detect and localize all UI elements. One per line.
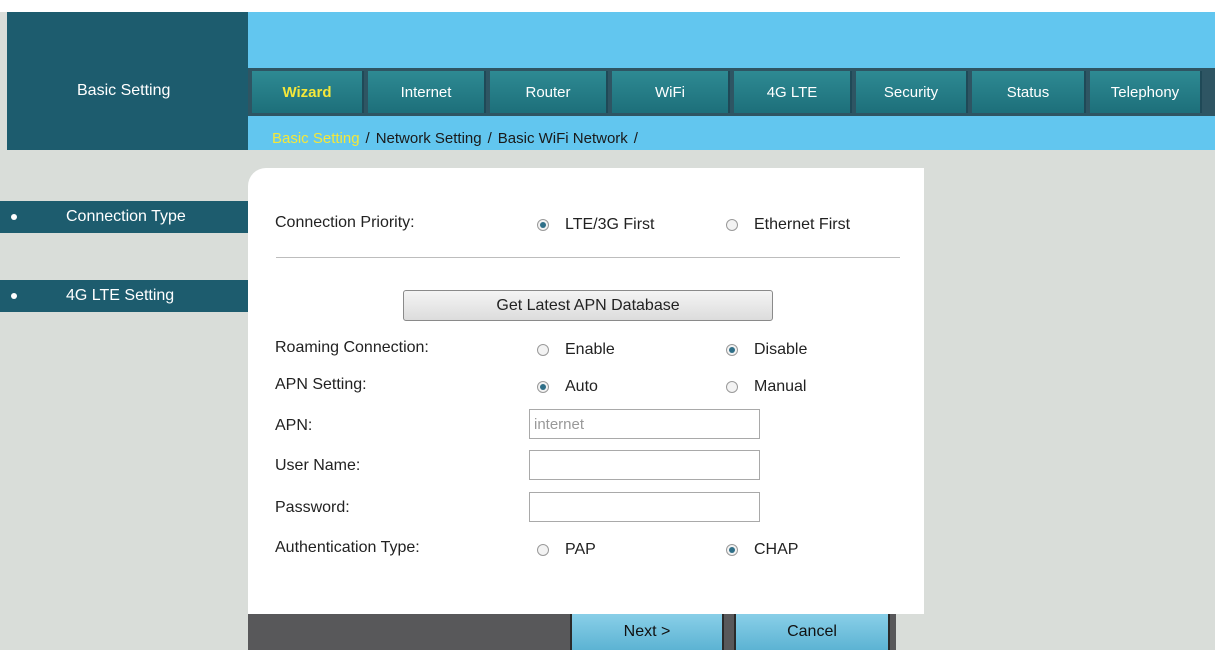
get-latest-apn-database-button[interactable]: Get Latest APN Database	[403, 290, 773, 321]
breadcrumb-basic-setting[interactable]: Basic Setting	[272, 130, 360, 147]
brand-label: Basic Setting	[77, 82, 171, 99]
radio-selected-icon	[537, 381, 549, 393]
tab-router[interactable]: Router	[490, 71, 608, 113]
roaming-connection-label: Roaming Connection:	[275, 339, 429, 356]
breadcrumb-separator: /	[365, 130, 370, 147]
user-name-field[interactable]	[529, 450, 760, 480]
tab-status[interactable]: Status	[972, 71, 1086, 113]
radio-label: PAP	[565, 541, 596, 558]
radio-unselected-icon	[537, 544, 549, 556]
sidebar-item-4g-lte-setting[interactable]: 4G LTE Setting	[0, 280, 248, 312]
sidebar-item-label: Connection Type	[66, 208, 186, 225]
radio-auth-chap[interactable]: CHAP	[726, 541, 798, 559]
section-divider	[276, 257, 900, 258]
radio-ethernet-first[interactable]: Ethernet First	[726, 216, 850, 234]
tab-wifi[interactable]: WiFi	[612, 71, 730, 113]
bullet-icon	[11, 293, 17, 299]
password-field[interactable]	[529, 492, 760, 522]
header-divider-band	[0, 150, 1215, 168]
brand-block: Basic Setting	[7, 12, 248, 150]
apn-label: APN:	[275, 417, 313, 434]
radio-lte-3g-first[interactable]: LTE/3G First	[537, 216, 655, 234]
breadcrumb: Basic Setting / Network Setting / Basic WiFi…	[272, 130, 644, 147]
radio-label: Enable	[565, 341, 615, 358]
radio-label: CHAP	[754, 541, 799, 558]
radio-unselected-icon	[726, 381, 738, 393]
radio-apn-manual[interactable]: Manual	[726, 378, 806, 396]
breadcrumb-basic-wifi-network[interactable]: Basic WiFi Network	[498, 130, 628, 147]
user-name-label: User Name:	[275, 457, 361, 474]
breadcrumb-separator: /	[633, 130, 638, 147]
cancel-button[interactable]: Cancel	[734, 614, 890, 650]
connection-priority-label: Connection Priority:	[275, 214, 415, 231]
breadcrumb-separator: /	[487, 130, 492, 147]
sidebar-item-label: 4G LTE Setting	[66, 287, 175, 304]
radio-roaming-disable[interactable]: Disable	[726, 341, 807, 359]
tab-4g-lte[interactable]: 4G LTE	[734, 71, 852, 113]
apn-field[interactable]	[529, 409, 760, 439]
radio-unselected-icon	[726, 219, 738, 231]
tab-security[interactable]: Security	[856, 71, 968, 113]
radio-label: Ethernet First	[754, 216, 851, 233]
radio-label: Manual	[754, 378, 807, 395]
radio-label: Auto	[565, 378, 598, 395]
tab-telephony[interactable]: Telephony	[1090, 71, 1202, 113]
right-gutter	[924, 178, 1215, 650]
radio-unselected-icon	[537, 344, 549, 356]
radio-selected-icon	[537, 219, 549, 231]
breadcrumb-network-setting[interactable]: Network Setting	[376, 130, 482, 147]
sidebar-item-connection-type[interactable]: Connection Type	[0, 201, 248, 233]
bullet-icon	[11, 214, 17, 220]
radio-selected-icon	[726, 344, 738, 356]
authentication-type-label: Authentication Type:	[275, 539, 420, 556]
radio-label: LTE/3G First	[565, 216, 655, 233]
next-button[interactable]: Next >	[570, 614, 724, 650]
radio-selected-icon	[726, 544, 738, 556]
radio-apn-auto[interactable]: Auto	[537, 378, 598, 396]
radio-label: Disable	[754, 341, 808, 358]
password-label: Password:	[275, 499, 350, 516]
tab-internet[interactable]: Internet	[368, 71, 486, 113]
top-strip	[0, 0, 1215, 12]
apn-setting-label: APN Setting:	[275, 376, 367, 393]
tab-wizard[interactable]: Wizard	[252, 71, 364, 113]
radio-roaming-enable[interactable]: Enable	[537, 341, 615, 359]
radio-auth-pap[interactable]: PAP	[537, 541, 596, 559]
